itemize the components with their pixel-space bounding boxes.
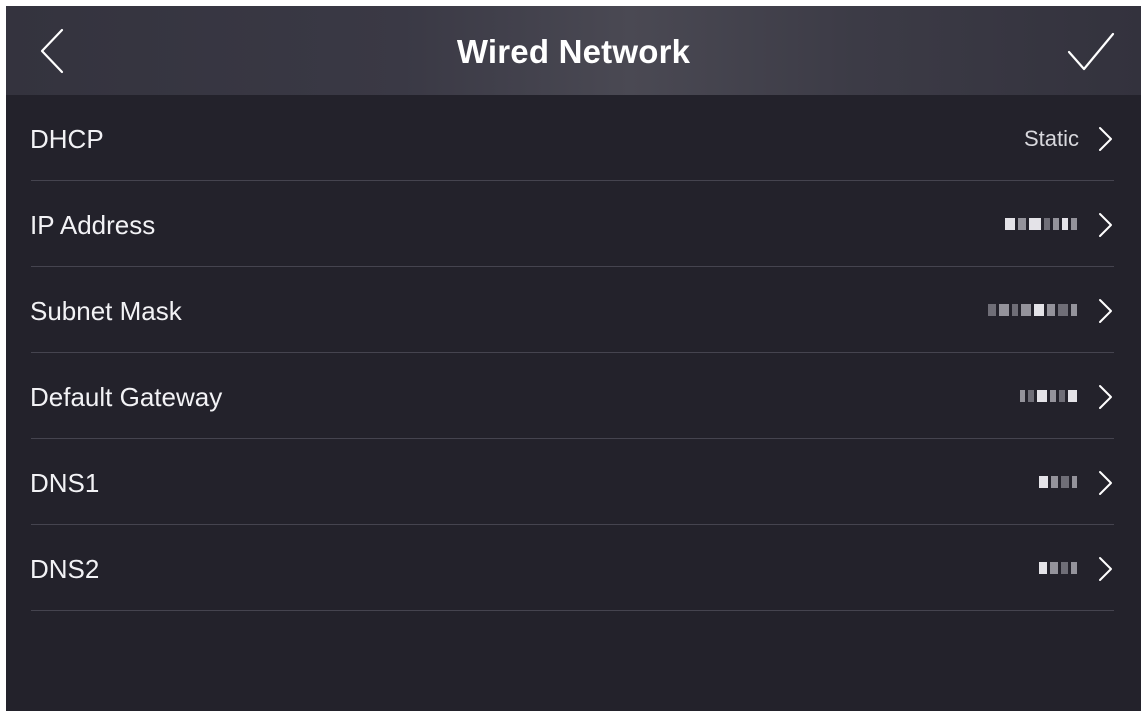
- chevron-right-icon: [1099, 127, 1112, 151]
- masked-value: [1005, 217, 1077, 231]
- row-value: Static: [1023, 126, 1079, 151]
- screen: Wired Network DHCP Static IP Address Sub…: [6, 6, 1141, 711]
- masked-value: [988, 303, 1077, 317]
- row-divider: [31, 610, 1114, 611]
- chevron-right-icon: [1099, 213, 1112, 237]
- masked-value: [1039, 475, 1077, 489]
- dns1-row[interactable]: DNS1: [6, 439, 1141, 525]
- dns2-row[interactable]: DNS2: [6, 525, 1141, 611]
- row-label: DNS2: [30, 554, 100, 584]
- masked-value: [1020, 389, 1077, 403]
- chevron-right-icon: [1099, 299, 1112, 323]
- default-gateway-row[interactable]: Default Gateway: [6, 353, 1141, 439]
- ip-address-row[interactable]: IP Address: [6, 181, 1141, 267]
- row-label: Subnet Mask: [30, 296, 182, 326]
- row-label: Default Gateway: [30, 382, 223, 412]
- row-label: DNS1: [30, 468, 100, 498]
- subnet-mask-row[interactable]: Subnet Mask: [6, 267, 1141, 353]
- chevron-right-icon: [1099, 557, 1112, 581]
- header-bar: Wired Network: [6, 6, 1141, 95]
- row-label: DHCP: [30, 124, 104, 154]
- confirm-button[interactable]: [1061, 26, 1119, 76]
- chevron-right-icon: [1099, 385, 1112, 409]
- dhcp-row[interactable]: DHCP Static: [6, 95, 1141, 181]
- chevron-right-icon: [1099, 471, 1112, 495]
- page-title: Wired Network: [456, 33, 691, 70]
- masked-value: [1039, 561, 1077, 575]
- settings-list: DHCP Static IP Address Subnet Mask Defau…: [6, 95, 1141, 611]
- row-label: IP Address: [30, 210, 156, 240]
- checkmark-icon: [1067, 32, 1115, 71]
